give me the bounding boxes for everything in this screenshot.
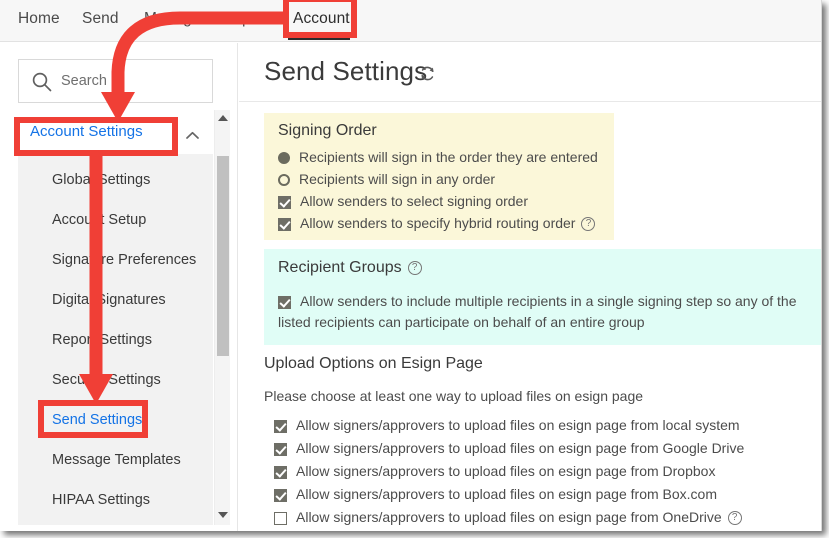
- search-input[interactable]: Search: [18, 59, 213, 103]
- refresh-icon[interactable]: [419, 65, 436, 82]
- help-icon[interactable]: ?: [407, 260, 422, 275]
- option-label: Allow senders to specify hybrid routing …: [300, 215, 576, 231]
- option-label: Allow signers/approvers to upload files …: [296, 463, 716, 479]
- nav-item-manage[interactable]: Manage: [144, 10, 201, 28]
- page-title: Send Settings: [264, 56, 428, 86]
- title-divider: [239, 101, 821, 102]
- option-row-upload-dropbox[interactable]: Allow signers/approvers to upload files …: [274, 463, 715, 479]
- radio-sign-in-entered-order[interactable]: [278, 152, 290, 165]
- option-label: Allow signers/approvers to upload files …: [296, 509, 722, 525]
- sidebar: Search Account Settings Global Settings …: [0, 43, 238, 531]
- upload-options-subtitle: Please choose at least one way to upload…: [264, 388, 644, 404]
- nav-item-reports[interactable]: Reports: [222, 10, 277, 28]
- sidebar-item-signature-preferences[interactable]: Signature Preferences: [52, 252, 196, 268]
- account-settings-label: Account Settings: [30, 123, 143, 140]
- main-content: Send Settings Signing Order Recipients w…: [239, 43, 821, 531]
- checkbox-upload-local-system[interactable]: [274, 419, 287, 433]
- option-row-upload-onedrive[interactable]: Allow signers/approvers to upload files …: [274, 509, 742, 526]
- checkbox-allow-recipient-groups[interactable]: [278, 295, 291, 309]
- sidebar-section-account-settings[interactable]: Account Settings: [18, 110, 213, 154]
- search-icon: [31, 71, 53, 93]
- help-icon[interactable]: ?: [581, 217, 596, 232]
- option-row-allow-recipient-groups[interactable]: Allow senders to include multiple recipi…: [278, 291, 808, 333]
- option-label: Recipients will sign in the order they a…: [299, 149, 598, 165]
- sidebar-item-report-settings[interactable]: Report Settings: [52, 332, 152, 348]
- sidebar-item-digital-signatures[interactable]: Digital Signatures: [52, 292, 166, 308]
- application-window: Home Send Manage Reports Account Search …: [0, 0, 822, 531]
- nav-item-account[interactable]: Account: [293, 10, 350, 28]
- sidebar-item-security-settings[interactable]: Security Settings: [52, 372, 161, 388]
- checkbox-upload-dropbox[interactable]: [274, 465, 287, 479]
- option-row-sign-in-any-order[interactable]: Recipients will sign in any order: [278, 171, 495, 187]
- top-navigation-bar: Home Send Manage Reports Account: [0, 0, 821, 42]
- sidebar-item-hipaa-settings[interactable]: HIPAA Settings: [52, 492, 150, 508]
- sidebar-item-global-settings[interactable]: Global Settings: [52, 172, 150, 188]
- upload-options-heading: Upload Options on Esign Page: [264, 355, 483, 372]
- checkbox-upload-google-drive[interactable]: [274, 442, 287, 456]
- signing-order-panel: Signing Order Recipients will sign in th…: [264, 113, 614, 240]
- sidebar-item-message-templates[interactable]: Message Templates: [52, 452, 181, 468]
- option-row-upload-box-com[interactable]: Allow signers/approvers to upload files …: [274, 486, 717, 502]
- recipient-groups-heading: Recipient Groups: [278, 259, 402, 276]
- recipient-groups-heading-row: Recipient Groups?: [278, 259, 422, 277]
- sidebar-item-send-settings[interactable]: Send Settings: [52, 412, 142, 428]
- radio-sign-in-any-order[interactable]: [278, 174, 290, 187]
- signing-order-heading: Signing Order: [278, 122, 377, 139]
- option-row-upload-local-system[interactable]: Allow signers/approvers to upload files …: [274, 417, 740, 433]
- option-label: Allow signers/approvers to upload files …: [296, 417, 740, 433]
- sidebar-scrollbar[interactable]: [214, 110, 230, 525]
- account-settings-nav-panel: Account Settings Global Settings Account…: [18, 110, 213, 525]
- option-label: Allow senders to select signing order: [300, 193, 529, 209]
- search-placeholder: Search: [61, 73, 107, 89]
- sidebar-scrollbar-thumb[interactable]: [217, 156, 229, 356]
- recipient-groups-panel: Recipient Groups? Allow senders to inclu…: [264, 249, 821, 345]
- option-label: Allow signers/approvers to upload files …: [296, 486, 717, 502]
- option-row-allow-select-signing-order[interactable]: Allow senders to select signing order: [278, 193, 528, 209]
- sidebar-item-account-setup[interactable]: Account Setup: [52, 212, 146, 228]
- option-row-allow-hybrid-routing-order[interactable]: Allow senders to specify hybrid routing …: [278, 215, 596, 232]
- chevron-up-icon[interactable]: [186, 127, 199, 139]
- upload-options-section: Upload Options on Esign Page Please choo…: [264, 355, 821, 531]
- checkbox-upload-box-com[interactable]: [274, 488, 287, 502]
- triangle-down-icon[interactable]: [218, 512, 228, 518]
- option-label: Recipients will sign in any order: [299, 171, 496, 187]
- option-label: Allow senders to include multiple recipi…: [278, 293, 797, 330]
- checkbox-upload-onedrive[interactable]: [274, 511, 287, 525]
- help-icon[interactable]: ?: [727, 511, 742, 526]
- nav-item-send[interactable]: Send: [82, 10, 119, 28]
- checkbox-allow-hybrid-routing-order[interactable]: [278, 217, 291, 231]
- option-row-sign-in-entered-order[interactable]: Recipients will sign in the order they a…: [278, 149, 598, 165]
- option-row-upload-google-drive[interactable]: Allow signers/approvers to upload files …: [274, 440, 744, 456]
- checkbox-allow-select-signing-order[interactable]: [278, 195, 291, 209]
- triangle-up-icon[interactable]: [218, 115, 228, 121]
- active-tab-underline: [288, 37, 350, 40]
- option-label: Allow signers/approvers to upload files …: [296, 440, 745, 456]
- nav-item-home[interactable]: Home: [18, 10, 60, 28]
